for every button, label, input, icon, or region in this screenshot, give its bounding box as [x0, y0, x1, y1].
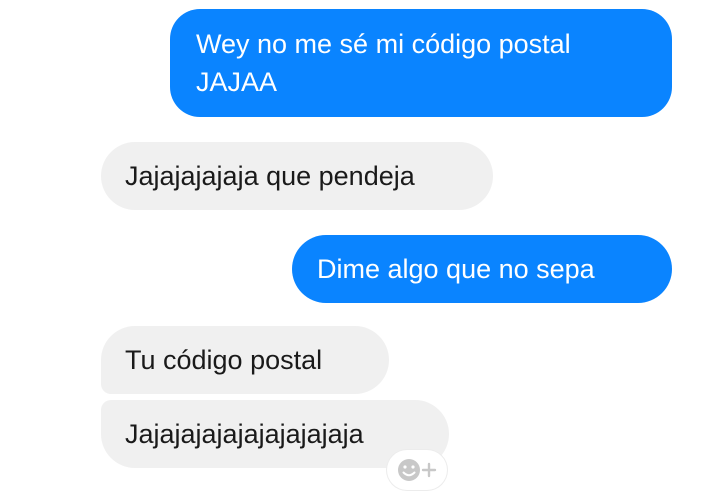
- received-message-bubble[interactable]: Tu código postal: [101, 326, 389, 394]
- smiley-plus-icon: [398, 459, 437, 481]
- received-message-bubble[interactable]: Jajajajajaja que pendeja: [101, 142, 493, 210]
- add-reaction-button[interactable]: [387, 450, 447, 490]
- sent-message-bubble[interactable]: Dime algo que no sepa: [292, 235, 672, 303]
- sent-message-bubble[interactable]: Wey no me sé mi código postal JAJAA: [170, 9, 672, 117]
